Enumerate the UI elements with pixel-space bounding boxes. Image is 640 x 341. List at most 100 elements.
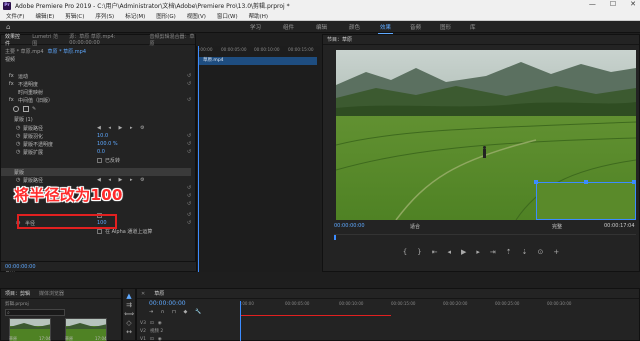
workspace-graphics[interactable]: 图形: [440, 23, 451, 31]
mask-selected-row[interactable]: 蒙版: [1, 168, 191, 176]
mask-rectangle-overlay[interactable]: [536, 182, 636, 220]
eye-icon[interactable]: ◉: [158, 337, 162, 341]
timeline-tool-icons[interactable]: ⇥ ∩ ⊓ ◆ 🔧: [149, 309, 204, 315]
workspace-color[interactable]: 颜色: [349, 23, 360, 31]
mark-in-icon[interactable]: {: [403, 248, 407, 256]
menu-window[interactable]: 窗口(W): [217, 12, 238, 20]
mask-path-row[interactable]: ◷ 蒙版路径 ◀ ◂ ▶ ▸ ⚙: [1, 124, 197, 132]
menu-graphics[interactable]: 图形(G): [156, 12, 176, 20]
alpha-checkbox[interactable]: [97, 228, 102, 234]
timeline-ruler[interactable]: :00:00 00:00:05:00 00:00:10:00 00:00:15:…: [241, 301, 639, 310]
stopwatch-icon[interactable]: ◷: [16, 141, 20, 147]
track-select-tool-icon[interactable]: ⇉: [123, 301, 135, 310]
timeline-timecode[interactable]: 00:00:00:00: [149, 300, 186, 307]
reset-icon[interactable]: ↺: [187, 220, 191, 226]
reset-icon[interactable]: ↺: [187, 193, 191, 199]
lock-icon[interactable]: ⊡: [150, 321, 154, 326]
extract-icon[interactable]: ⇣: [522, 248, 528, 256]
effect-row-opacity[interactable]: fx 不透明度 ↺: [1, 80, 197, 88]
reset-icon[interactable]: ↺: [187, 185, 191, 191]
selection-tool-icon[interactable]: ▲: [123, 292, 135, 301]
workspace-effects[interactable]: 效果: [377, 23, 394, 34]
mask-expansion-row[interactable]: ◷ 蒙版扩展 0.0 ↺: [1, 148, 197, 156]
ec-clip-bar[interactable]: 草原.mp4: [199, 57, 317, 65]
workspace-audio[interactable]: 音频: [410, 23, 421, 31]
stopwatch-icon[interactable]: ◷: [16, 133, 20, 139]
mask-feather-row[interactable]: ◷ 蒙版羽化 10.0 ↺: [1, 132, 197, 140]
mask-path-row-2[interactable]: ◷ 蒙版路径 ◀ ◂ ▶ ▸ ⚙: [1, 176, 197, 184]
tab-lumetri-scopes[interactable]: Lumetri 范围: [32, 33, 60, 47]
menu-help[interactable]: 帮助(H): [249, 12, 268, 20]
pm-quality-dropdown[interactable]: 完整: [552, 223, 562, 230]
tab-project[interactable]: 项目：剪辑: [5, 290, 30, 297]
go-to-in-icon[interactable]: ⇤: [432, 248, 438, 256]
mask-track-controls[interactable]: ◀ ◂ ▶ ▸ ⚙: [97, 177, 148, 183]
reset-icon[interactable]: ↺: [187, 201, 191, 207]
razor-tool-icon[interactable]: ◇: [123, 319, 135, 328]
minimize-button[interactable]: —: [589, 0, 596, 8]
timeline-playhead[interactable]: [240, 301, 241, 341]
tab-media-browser[interactable]: 媒体浏览器: [39, 290, 64, 297]
step-back-icon[interactable]: ◂: [448, 248, 452, 256]
ellipse-mask-icon[interactable]: [13, 106, 19, 112]
tab-audio-clip-mixer[interactable]: 音频剪辑混合器：草原: [149, 33, 195, 47]
tab-program[interactable]: 节目：草原: [327, 36, 352, 43]
workspace-editing[interactable]: 编辑: [316, 23, 327, 31]
add-button-icon[interactable]: +: [553, 248, 559, 256]
work-area-bar[interactable]: [241, 315, 391, 316]
workspace-assembly[interactable]: 组件: [283, 23, 294, 31]
lock-icon[interactable]: ⊡: [150, 337, 154, 341]
ec-timecode[interactable]: 00:00:00:00: [5, 264, 36, 270]
reset-icon[interactable]: ↺: [187, 73, 191, 79]
menu-markers[interactable]: 标记(M): [125, 12, 145, 20]
track-header-v3[interactable]: V3 ⊡ ◉: [137, 319, 232, 327]
workspace-libraries[interactable]: 库: [470, 23, 476, 31]
stopwatch-icon[interactable]: ◷: [16, 149, 20, 155]
effect-controls-timeline[interactable]: :00:00 00:00:05:00 00:00:10:00 00:00:15:…: [196, 46, 320, 272]
master-clip-label[interactable]: 主要 * 草原.mp4: [5, 48, 44, 55]
sequence-clip-label[interactable]: 草原 * 草原.mp4: [48, 48, 87, 55]
reset-icon[interactable]: ↺: [187, 133, 191, 139]
effect-row-motion[interactable]: fx 运动 ↺: [1, 72, 197, 80]
pm-playhead[interactable]: [334, 235, 336, 240]
property-value[interactable]: 0.0: [97, 149, 105, 155]
mask-group-row[interactable]: 蒙版 (1): [1, 115, 197, 123]
project-search-input[interactable]: ⌕: [5, 309, 65, 316]
mask-handle[interactable]: [632, 180, 636, 184]
effect-row-median[interactable]: fx 中间值（旧版） ↺: [1, 96, 197, 104]
pm-timecode[interactable]: 00:00:00:00: [334, 223, 365, 229]
mask-track-controls[interactable]: ◀ ◂ ▶ ▸ ⚙: [97, 125, 148, 131]
property-value[interactable]: 10.0: [97, 133, 108, 139]
menu-view[interactable]: 视图(V): [187, 12, 206, 20]
step-forward-icon[interactable]: ▸: [476, 248, 480, 256]
export-frame-icon[interactable]: ⊙: [538, 248, 544, 256]
effect-row-time-remap[interactable]: 时间重映射: [1, 88, 197, 96]
reset-icon[interactable]: ↺: [187, 81, 191, 87]
inverted-checkbox[interactable]: [97, 157, 102, 163]
home-icon[interactable]: ⌂: [6, 23, 10, 31]
rectangle-mask-icon[interactable]: [23, 106, 29, 112]
pen-mask-icon[interactable]: ✎: [32, 106, 36, 112]
reset-icon[interactable]: ↺: [187, 149, 191, 155]
menu-file[interactable]: 文件(F): [6, 12, 24, 20]
go-to-out-icon[interactable]: ⇥: [490, 248, 496, 256]
program-video-frame[interactable]: [336, 50, 636, 220]
inverted-row[interactable]: 已反转: [1, 156, 197, 164]
ec-time-ruler[interactable]: :00:00 00:00:05:00 00:00:10:00 00:00:15:…: [197, 46, 321, 55]
lift-icon[interactable]: ⇡: [506, 248, 512, 256]
tab-sequence[interactable]: 草原: [154, 290, 164, 297]
mark-out-icon[interactable]: }: [417, 248, 421, 256]
tab-source[interactable]: 源：草原 草原.mp4: 00:00:00:00: [69, 33, 140, 46]
reset-icon[interactable]: ↺: [187, 212, 191, 218]
pm-fit-dropdown[interactable]: 适合: [410, 223, 420, 230]
property-value[interactable]: 100.0 %: [97, 141, 118, 147]
maximize-button[interactable]: ☐: [610, 0, 616, 8]
ripple-edit-tool-icon[interactable]: ⟺: [123, 310, 135, 319]
menu-edit[interactable]: 编辑(E): [35, 12, 54, 20]
play-icon[interactable]: ▶: [461, 248, 466, 256]
stopwatch-icon[interactable]: ◷: [16, 125, 20, 131]
mask-handle[interactable]: [584, 180, 588, 184]
workspace-learn[interactable]: 学习: [250, 23, 261, 31]
slip-tool-icon[interactable]: ↔: [123, 328, 135, 337]
track-header-v1[interactable]: V1 ⊡ ◉: [137, 335, 232, 341]
